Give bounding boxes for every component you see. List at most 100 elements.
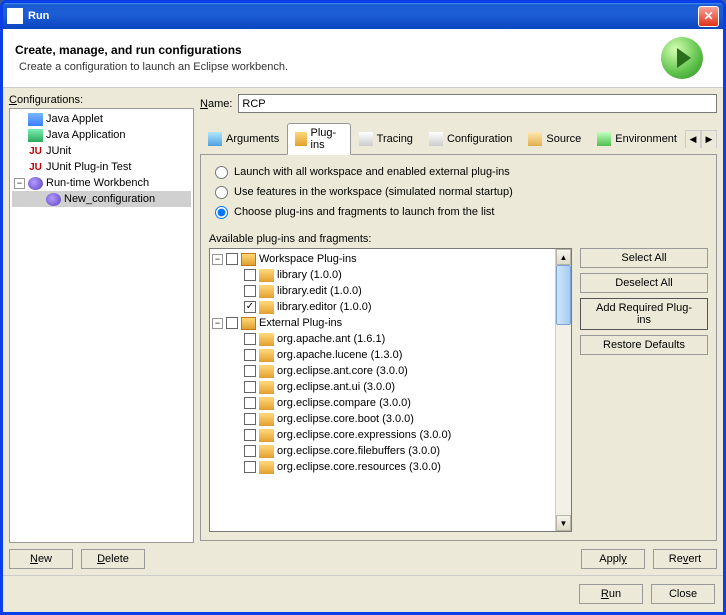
run-button[interactable]: Run xyxy=(579,584,643,604)
scroll-thumb[interactable] xyxy=(556,265,571,325)
list-item-label: library (1.0.0) xyxy=(277,269,342,281)
radio-label: Launch with all workspace and enabled ex… xyxy=(234,166,510,178)
tab-label: Arguments xyxy=(226,133,279,145)
header-subtitle: Create a configuration to launch an Ecli… xyxy=(15,61,661,73)
new-button[interactable]: New xyxy=(9,549,73,569)
cfg-java-applet[interactable]: Java Applet xyxy=(12,111,191,127)
tab-source[interactable]: Source xyxy=(520,128,589,150)
tab-label: Source xyxy=(546,133,581,145)
cfg-new-configuration[interactable]: New_configuration xyxy=(12,191,191,207)
radio-choose-plugins[interactable]: Choose plug-ins and fragments to launch … xyxy=(209,203,708,221)
list-item[interactable]: library (1.0.0) xyxy=(212,267,553,283)
list-item[interactable]: org.eclipse.compare (3.0.0) xyxy=(212,395,553,411)
checkbox[interactable] xyxy=(244,397,256,409)
tree-expander-icon[interactable]: − xyxy=(212,318,223,329)
deselect-all-button[interactable]: Deselect All xyxy=(580,273,708,293)
list-item[interactable]: org.apache.ant (1.6.1) xyxy=(212,331,553,347)
checkbox[interactable] xyxy=(244,285,256,297)
cfg-junit-plugin[interactable]: JU JUnit Plug-in Test xyxy=(12,159,191,175)
cfg-java-app[interactable]: Java Application xyxy=(12,127,191,143)
radio-input[interactable] xyxy=(215,186,228,199)
config-tree[interactable]: Java Applet Java Application JU JUnit xyxy=(9,108,194,543)
group-external[interactable]: −External Plug-ins xyxy=(212,315,553,331)
checkbox[interactable] xyxy=(226,253,238,265)
close-icon[interactable]: ✕ xyxy=(698,6,719,27)
list-item[interactable]: org.eclipse.core.filebuffers (3.0.0) xyxy=(212,443,553,459)
plugins-list[interactable]: − Workspace Plug-ins library (1.0.0) librar… xyxy=(209,248,572,532)
java-app-icon xyxy=(28,129,43,142)
list-item[interactable]: library.edit (1.0.0) xyxy=(212,283,553,299)
content: Configurations: Java Applet Java Applica… xyxy=(3,88,723,575)
select-all-button[interactable]: Select All xyxy=(580,248,708,268)
list-item[interactable]: org.eclipse.core.expressions (3.0.0) xyxy=(212,427,553,443)
tab-tracing[interactable]: Tracing xyxy=(351,128,421,150)
list-item-label: library.edit (1.0.0) xyxy=(277,285,362,297)
scroll-track[interactable] xyxy=(556,265,571,515)
radio-input[interactable] xyxy=(215,166,228,179)
cfg-junit[interactable]: JU JUnit xyxy=(12,143,191,159)
left-panel: Configurations: Java Applet Java Applica… xyxy=(9,94,194,569)
titlebar[interactable]: Run ✕ xyxy=(3,3,723,29)
tab-left-icon[interactable]: ◀ xyxy=(685,130,701,148)
cfg-runtime-workbench[interactable]: − Run-time Workbench xyxy=(12,175,191,191)
list-item[interactable]: org.eclipse.core.boot (3.0.0) xyxy=(212,411,553,427)
apply-row: Apply Revert xyxy=(200,549,717,569)
tab-environment[interactable]: Environment xyxy=(589,128,685,150)
folder-icon xyxy=(241,253,256,266)
list-item-label: library.editor (1.0.0) xyxy=(277,301,372,313)
tab-arguments[interactable]: Arguments xyxy=(200,128,287,150)
tab-scroll: ◀ ▶ xyxy=(685,130,717,148)
tree-label: Java Application xyxy=(46,129,126,141)
list-item[interactable]: org.eclipse.ant.ui (3.0.0) xyxy=(212,379,553,395)
tab-right-icon[interactable]: ▶ xyxy=(701,130,717,148)
checkbox[interactable]: ✓ xyxy=(244,301,256,313)
available-label: Available plug-ins and fragments: xyxy=(209,233,708,245)
apply-button[interactable]: Apply xyxy=(581,549,645,569)
radio-label: Use features in the workspace (simulated… xyxy=(234,186,513,198)
revert-button[interactable]: Revert xyxy=(653,549,717,569)
tree-label: JUnit Plug-in Test xyxy=(46,161,131,173)
checkbox[interactable] xyxy=(244,461,256,473)
checkbox[interactable] xyxy=(244,349,256,361)
folder-icon xyxy=(241,317,256,330)
checkbox[interactable] xyxy=(244,445,256,457)
environment-icon xyxy=(597,132,611,146)
close-button[interactable]: Close xyxy=(651,584,715,604)
tab-label: Environment xyxy=(615,133,677,145)
checkbox[interactable] xyxy=(244,413,256,425)
radio-label: Choose plug-ins and fragments to launch … xyxy=(234,206,494,218)
scroll-up-icon[interactable]: ▲ xyxy=(556,249,571,265)
checkbox[interactable] xyxy=(244,381,256,393)
tab-configuration[interactable]: Configuration xyxy=(421,128,520,150)
checkbox[interactable] xyxy=(244,269,256,281)
checkbox[interactable] xyxy=(244,429,256,441)
tree-expander-icon[interactable]: − xyxy=(212,254,223,265)
scrollbar[interactable]: ▲ ▼ xyxy=(555,249,571,531)
name-input[interactable] xyxy=(238,94,717,113)
tree-expander-icon[interactable]: − xyxy=(14,178,25,189)
tabbar: Arguments Plug-ins Tracing Configuration xyxy=(200,123,717,155)
list-item[interactable]: org.eclipse.core.resources (3.0.0) xyxy=(212,459,553,475)
tab-plugins[interactable]: Plug-ins xyxy=(287,123,350,155)
arguments-icon xyxy=(208,132,222,146)
list-item-label: org.apache.lucene (1.3.0) xyxy=(277,349,402,361)
checkbox[interactable] xyxy=(226,317,238,329)
radio-use-features[interactable]: Use features in the workspace (simulated… xyxy=(209,183,708,201)
checkbox[interactable] xyxy=(244,333,256,345)
add-required-button[interactable]: Add Required Plug-ins xyxy=(580,298,708,330)
list-item-label: Workspace Plug-ins xyxy=(259,253,357,265)
list-item-label: org.eclipse.core.resources (3.0.0) xyxy=(277,461,441,473)
list-item[interactable]: org.eclipse.ant.core (3.0.0) xyxy=(212,363,553,379)
tab-label: Plug-ins xyxy=(311,127,343,151)
restore-defaults-button[interactable]: Restore Defaults xyxy=(580,335,708,355)
group-workspace[interactable]: − Workspace Plug-ins xyxy=(212,251,553,267)
checkbox[interactable] xyxy=(244,365,256,377)
radio-launch-all[interactable]: Launch with all workspace and enabled ex… xyxy=(209,163,708,181)
list-item[interactable]: org.apache.lucene (1.3.0) xyxy=(212,347,553,363)
list-item[interactable]: ✓ library.editor (1.0.0) xyxy=(212,299,553,315)
main-area: Configurations: Java Applet Java Applica… xyxy=(9,94,717,569)
scroll-down-icon[interactable]: ▼ xyxy=(556,515,571,531)
radio-input[interactable] xyxy=(215,206,228,219)
header-text: Create, manage, and run configurations C… xyxy=(15,43,661,73)
delete-button[interactable]: Delete xyxy=(81,549,145,569)
